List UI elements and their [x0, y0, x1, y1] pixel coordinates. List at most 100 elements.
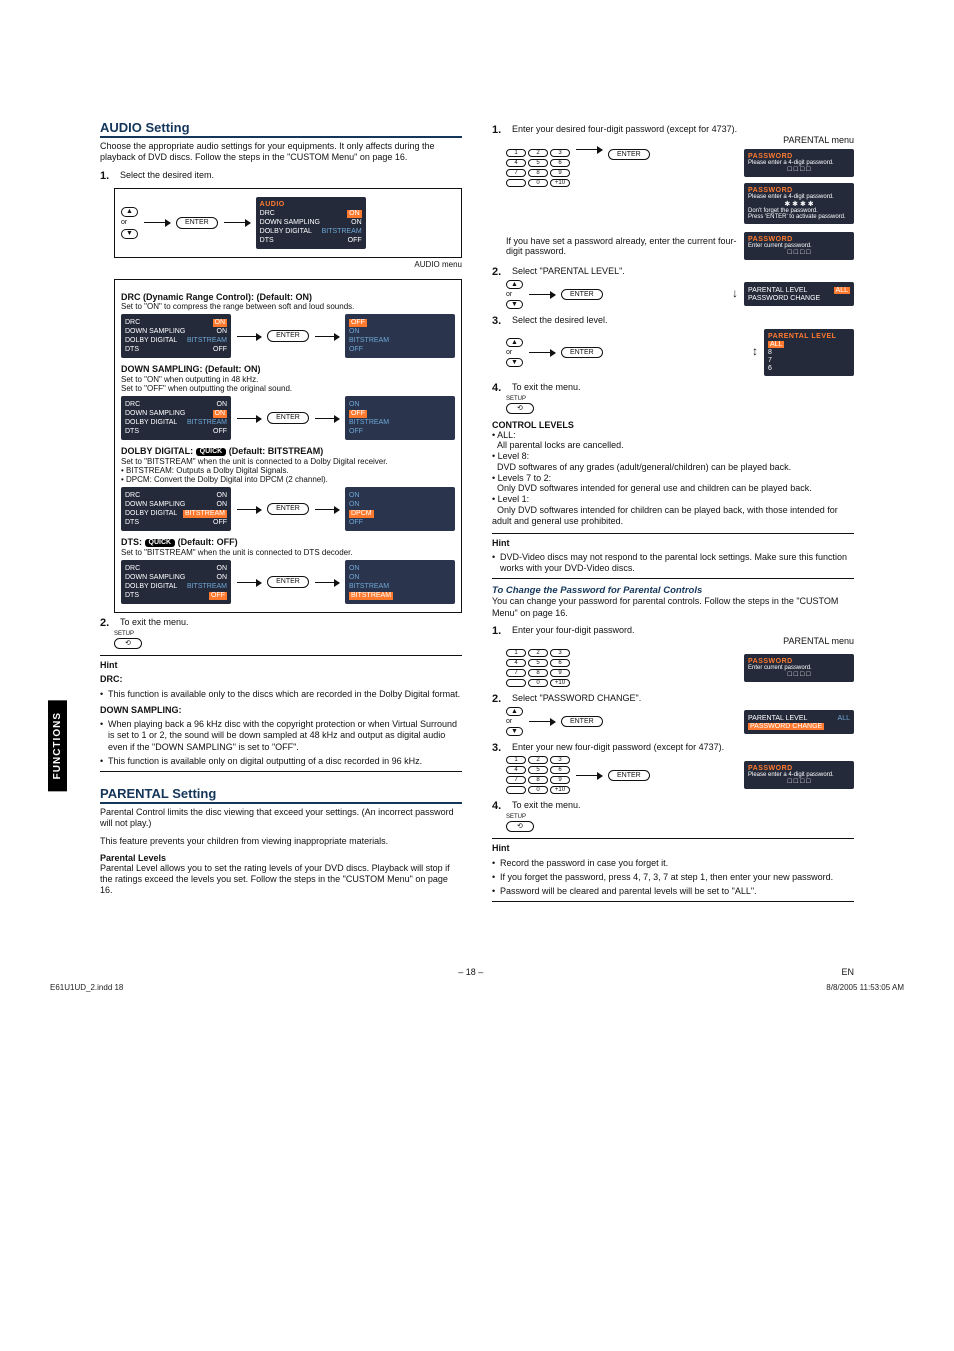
parental-menu-caption: PARENTAL menu [512, 135, 854, 146]
up-button[interactable]: ▲ [506, 707, 523, 716]
hint-ds2: This function is available only on digit… [100, 756, 462, 767]
audio-menu-caption: AUDIO menu [114, 260, 462, 269]
enter-button[interactable]: ENTER [561, 347, 603, 358]
control-levels-list: • ALL: All parental locks are cancelled.… [492, 430, 854, 527]
up-button[interactable]: ▲ [506, 338, 523, 347]
setup-button[interactable]: ⟲ [114, 638, 142, 649]
enter-button[interactable]: ENTER [608, 770, 650, 781]
keypad[interactable]: 123 456 789 0+10 [506, 649, 570, 687]
osd-level-menu: PARENTAL LEVELALL PASSWORD CHANGE [744, 282, 854, 306]
arrow-icon [529, 352, 555, 353]
r-step3: Select the desired level. [512, 315, 854, 327]
enter-button[interactable]: ENTER [267, 412, 309, 424]
dolby-body: Set to "BITSTREAM" when the unit is conn… [121, 457, 455, 466]
keypad[interactable]: 123 456 789 0+10 [506, 756, 570, 794]
change-intro: You can change your password for parenta… [492, 596, 854, 619]
hint-box-parental2: Hint Record the password in case you for… [492, 838, 854, 902]
down-arrow-icon: ↓ [732, 289, 738, 299]
up-button[interactable]: ▲ [506, 280, 523, 289]
side-tab-functions: FUNCTIONS [48, 700, 67, 791]
page-number: – 18 – [458, 967, 483, 977]
keypad[interactable]: 123 456 789 0+10 [506, 149, 570, 187]
parental-intro1: Parental Control limits the disc viewing… [100, 807, 462, 830]
setup-label: SETUP [506, 396, 854, 402]
step-number: 1. [100, 170, 114, 182]
hint-drc-body: This function is available only to the d… [100, 689, 462, 700]
arrow-icon [237, 509, 261, 510]
down-button[interactable]: ▼ [121, 229, 138, 239]
drc-body: Set to "ON" to compress the range betwee… [121, 302, 455, 311]
enter-button[interactable]: ENTER [176, 217, 218, 229]
osd-pwchange-menu: PARENTAL LEVELALL PASSWORD CHANGE [744, 710, 854, 734]
hint-ds1: When playing back a 96 kHz disc with the… [100, 719, 462, 753]
arrow-icon [529, 721, 555, 722]
down-button[interactable]: ▼ [506, 300, 523, 309]
arrow-icon [237, 582, 261, 583]
osd-right: ON OFF BITSTREAM OFF [345, 396, 455, 440]
parental-setting-heading: PARENTAL Setting [100, 786, 462, 804]
dts-body: Set to "BITSTREAM" when the unit is conn… [121, 548, 455, 557]
osd-new-password: PASSWORD Please enter a 4-digit password… [744, 761, 854, 789]
setup-label: SETUP [114, 631, 462, 637]
osd-right: OFF ON BITSTREAM OFF [345, 314, 455, 358]
left-column: AUDIO Setting Choose the appropriate aud… [100, 120, 462, 903]
arrow-icon [576, 775, 602, 776]
osd-password-set: PASSWORD Please enter a 4-digit password… [744, 183, 854, 224]
audio-setting-heading: AUDIO Setting [100, 120, 462, 138]
hint-box-audio: Hint DRC: This function is available onl… [100, 655, 462, 772]
print-file: E61U1UD_2.indd 18 [50, 983, 123, 992]
r-step2: Select "PARENTAL LEVEL". [512, 266, 854, 278]
r-step1: Enter your desired four-digit password (… [512, 124, 854, 135]
hint2-b1: Record the password in case you forget i… [492, 858, 854, 869]
enter-button[interactable]: ENTER [267, 330, 309, 342]
step-number: 3. [492, 315, 506, 327]
drc-section: DRC (Dynamic Range Control): (Default: O… [114, 279, 462, 613]
parental-intro2: This feature prevents your children from… [100, 836, 462, 847]
hint-title: Hint [100, 660, 462, 671]
arrow-icon [315, 418, 339, 419]
enter-button[interactable]: ENTER [267, 503, 309, 515]
step-number: 4. [492, 800, 506, 812]
enter-button[interactable]: ENTER [561, 716, 603, 727]
osd-audio-menu: AUDIO DRCON DOWN SAMPLINGON DOLBY DIGITA… [256, 197, 366, 249]
downsampling-title: DOWN SAMPLING: (Default: ON) [121, 364, 455, 374]
change-password-heading: To Change the Password for Parental Cont… [492, 585, 854, 596]
hint-ds-label: DOWN SAMPLING: [100, 705, 462, 716]
up-button[interactable]: ▲ [121, 207, 138, 217]
arrow-icon [315, 336, 339, 337]
osd-level-select: PARENTAL LEVEL ALL 8 7 6 [764, 329, 854, 376]
down-button[interactable]: ▼ [506, 727, 523, 736]
step-number: 4. [492, 382, 506, 394]
osd-left: DRCON DOWN SAMPLINGON DOLBY DIGITALBITST… [121, 560, 231, 604]
osd-password-current: PASSWORD Enter current password. □ □ □ □ [744, 654, 854, 682]
page-lang: EN [841, 967, 854, 977]
parental-levels-body: Parental Level allows you to set the rat… [100, 863, 462, 897]
audio-main-diagram: ▲ or ▼ ENTER AUDIO DRCON DOWN SAMPLINGON… [114, 188, 462, 258]
osd-left: DRCON DOWN SAMPLINGON DOLBY DIGITALBITST… [121, 487, 231, 531]
control-levels-head: CONTROL LEVELS [492, 420, 854, 430]
osd-password-current: PASSWORD Enter current password. □ □ □ □ [744, 232, 854, 260]
enter-button[interactable]: ENTER [608, 149, 650, 160]
or-label: or [121, 219, 138, 227]
enter-button[interactable]: ENTER [267, 576, 309, 588]
or-label: or [506, 349, 523, 356]
audio-intro: Choose the appropriate audio settings fo… [100, 141, 462, 164]
step-text: Select the desired item. [120, 170, 462, 182]
osd-password-prompt: PASSWORD Please enter a 4-digit password… [744, 149, 854, 177]
arrow-icon [144, 222, 170, 223]
arrow-icon [529, 294, 555, 295]
hint-title: Hint [492, 538, 854, 549]
arrow-icon [237, 336, 261, 337]
enter-button[interactable]: ENTER [561, 289, 603, 300]
arrow-icon [237, 418, 261, 419]
r-step4: To exit the menu. [512, 382, 854, 394]
down-button[interactable]: ▼ [506, 358, 523, 367]
arrow-icon [315, 582, 339, 583]
setup-button[interactable]: ⟲ [506, 821, 534, 832]
dolby-b2: • DPCM: Convert the Dolby Digital into D… [121, 475, 455, 484]
hint2-b2: If you forget the password, press 4, 7, … [492, 872, 854, 883]
setup-button[interactable]: ⟲ [506, 403, 534, 414]
dts-title: DTS: QUICK (Default: OFF) [121, 537, 455, 547]
setup-label: SETUP [506, 814, 854, 820]
step-number: 2. [100, 617, 114, 629]
